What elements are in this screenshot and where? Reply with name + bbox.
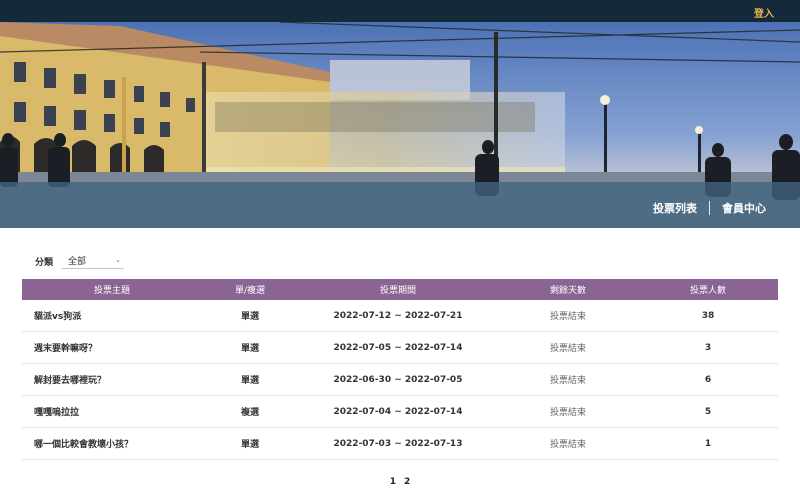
table-row[interactable]: 嘎嘎嗚拉拉 複選 2022-07-04 ~ 2022-07-14 投票結束 5 xyxy=(22,396,778,428)
table-row[interactable]: 週末要幹嘛呀？ 單選 2022-07-05 ~ 2022-07-14 投票結束 … xyxy=(22,332,778,364)
table-row[interactable]: 解封要去哪裡玩？ 單選 2022-06-30 ~ 2022-07-05 投票結束… xyxy=(22,364,778,396)
header-period: 投票期間 xyxy=(379,286,416,296)
nav-divider xyxy=(709,201,710,215)
poll-votes: 38 xyxy=(701,310,715,321)
category-select[interactable]: 全部 ⌄ xyxy=(62,254,125,269)
poll-type: 單選 xyxy=(240,376,259,386)
category-filter: 分類 全部 ⌄ xyxy=(35,254,125,269)
poll-type: 單選 xyxy=(240,344,259,354)
page-link-2[interactable]: 2 xyxy=(404,477,410,487)
poll-period: 2022-06-30 ~ 2022-07-05 xyxy=(333,374,463,385)
top-bar: 登入 xyxy=(0,0,800,22)
pagination: 1 2 xyxy=(0,477,800,487)
table-row[interactable]: 哪一個比較會教壞小孩？ 單選 2022-07-03 ~ 2022-07-13 投… xyxy=(22,428,778,460)
poll-remaining: 投票結束 xyxy=(549,344,586,354)
table-row[interactable]: 貓派vs狗派 單選 2022-07-12 ~ 2022-07-21 投票結束 3… xyxy=(22,300,778,332)
poll-votes: 5 xyxy=(704,406,712,417)
header-votes: 投票人數 xyxy=(689,286,726,296)
poll-remaining: 投票結束 xyxy=(549,312,586,322)
poll-type: 複選 xyxy=(240,408,259,418)
page-link-1[interactable]: 1 xyxy=(390,477,396,487)
poll-type: 單選 xyxy=(240,312,259,322)
poll-period: 2022-07-04 ~ 2022-07-14 xyxy=(333,406,463,417)
hero-banner: 投票列表 會員中心 xyxy=(0,22,800,228)
poll-votes: 6 xyxy=(704,374,712,385)
table-header: 投票主題 單/複選 投票期間 剩餘天數 投票人數 xyxy=(22,279,778,300)
login-link[interactable]: 登入 xyxy=(754,5,774,20)
poll-period: 2022-07-12 ~ 2022-07-21 xyxy=(333,310,463,321)
poll-title[interactable]: 嘎嘎嗚拉拉 xyxy=(22,405,202,418)
poll-votes: 1 xyxy=(704,438,712,449)
hero-nav: 投票列表 會員中心 xyxy=(653,200,766,216)
poll-remaining: 投票結束 xyxy=(549,440,586,450)
poll-remaining: 投票結束 xyxy=(549,408,586,418)
category-label: 分類 xyxy=(35,258,54,268)
poll-period: 2022-07-05 ~ 2022-07-14 xyxy=(333,342,463,353)
poll-title[interactable]: 解封要去哪裡玩？ xyxy=(22,373,202,386)
poll-remaining: 投票結束 xyxy=(549,376,586,386)
poll-period: 2022-07-03 ~ 2022-07-13 xyxy=(333,438,463,449)
poll-table: 投票主題 單/複選 投票期間 剩餘天數 投票人數 貓派vs狗派 單選 2022-… xyxy=(22,279,778,460)
nav-vote-list[interactable]: 投票列表 xyxy=(653,200,697,216)
poll-title[interactable]: 貓派vs狗派 xyxy=(22,309,202,322)
header-title: 投票主題 xyxy=(93,286,130,296)
nav-member-center[interactable]: 會員中心 xyxy=(722,200,766,216)
poll-title[interactable]: 哪一個比較會教壞小孩？ xyxy=(22,437,202,450)
header-remaining: 剩餘天數 xyxy=(549,286,586,296)
poll-title[interactable]: 週末要幹嘛呀？ xyxy=(22,341,202,354)
poll-type: 單選 xyxy=(240,440,259,450)
category-selected-value: 全部 xyxy=(68,256,87,267)
poll-votes: 3 xyxy=(704,342,712,353)
header-type: 單/複選 xyxy=(234,286,266,296)
chevron-down-icon: ⌄ xyxy=(115,256,122,264)
